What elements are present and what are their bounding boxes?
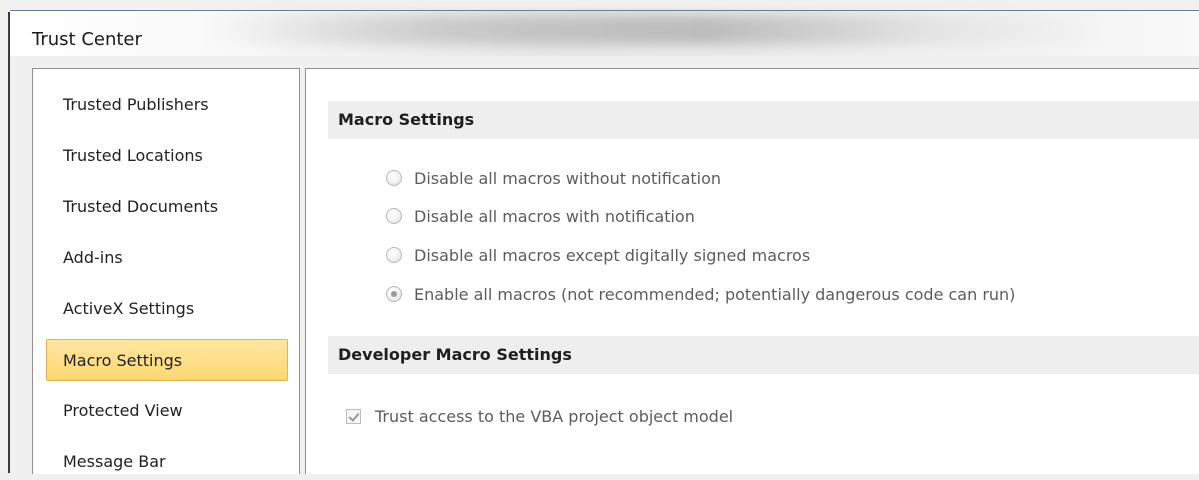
radio-button[interactable] <box>386 170 402 186</box>
checkbox-label: Trust access to the VBA project object m… <box>375 406 734 426</box>
nav-item-trusted-publishers[interactable]: Trusted Publishers <box>47 87 287 123</box>
title-bar-blur <box>210 15 1110 45</box>
macro-settings-panel: Macro Settings Disable all macros withou… <box>305 68 1199 474</box>
radio-button-selected[interactable] <box>386 286 402 302</box>
radio-disable-without-notification[interactable]: Disable all macros without notification <box>386 165 721 191</box>
nav-item-trusted-locations[interactable]: Trusted Locations <box>47 138 287 174</box>
nav-item-activex-settings[interactable]: ActiveX Settings <box>47 291 287 327</box>
nav-item-macro-settings[interactable]: Macro Settings <box>46 339 288 381</box>
radio-disable-except-signed[interactable]: Disable all macros except digitally sign… <box>386 242 810 268</box>
title-bar[interactable]: Trust Center <box>10 10 1199 57</box>
radio-label: Disable all macros with notification <box>414 206 695 226</box>
radio-label: Enable all macros (not recommended; pote… <box>414 284 1016 304</box>
dialog-client-area: Trusted Publishers Trusted Locations Tru… <box>10 56 1199 474</box>
nav-item-trusted-documents[interactable]: Trusted Documents <box>47 189 287 225</box>
checkbox-checked[interactable] <box>346 408 361 424</box>
radio-button[interactable] <box>386 247 402 263</box>
trust-vba-access-option[interactable]: Trust access to the VBA project object m… <box>346 403 733 429</box>
trust-center-nav: Trusted Publishers Trusted Locations Tru… <box>32 68 300 474</box>
radio-label: Disable all macros without notification <box>414 168 722 188</box>
window-title: Trust Center <box>32 29 142 50</box>
radio-label: Disable all macros except digitally sign… <box>414 245 811 265</box>
trust-center-window: Trust Center Trusted Publishers Trusted … <box>0 0 1199 474</box>
developer-macro-settings-heading: Developer Macro Settings <box>328 336 1199 374</box>
nav-item-add-ins[interactable]: Add-ins <box>47 240 287 276</box>
radio-disable-with-notification[interactable]: Disable all macros with notification <box>386 203 695 229</box>
macro-settings-heading: Macro Settings <box>328 101 1199 139</box>
radio-button[interactable] <box>386 208 402 224</box>
radio-enable-all-macros[interactable]: Enable all macros (not recommended; pote… <box>386 281 1015 307</box>
nav-item-message-bar[interactable]: Message Bar <box>47 444 287 480</box>
nav-item-protected-view[interactable]: Protected View <box>47 393 287 429</box>
